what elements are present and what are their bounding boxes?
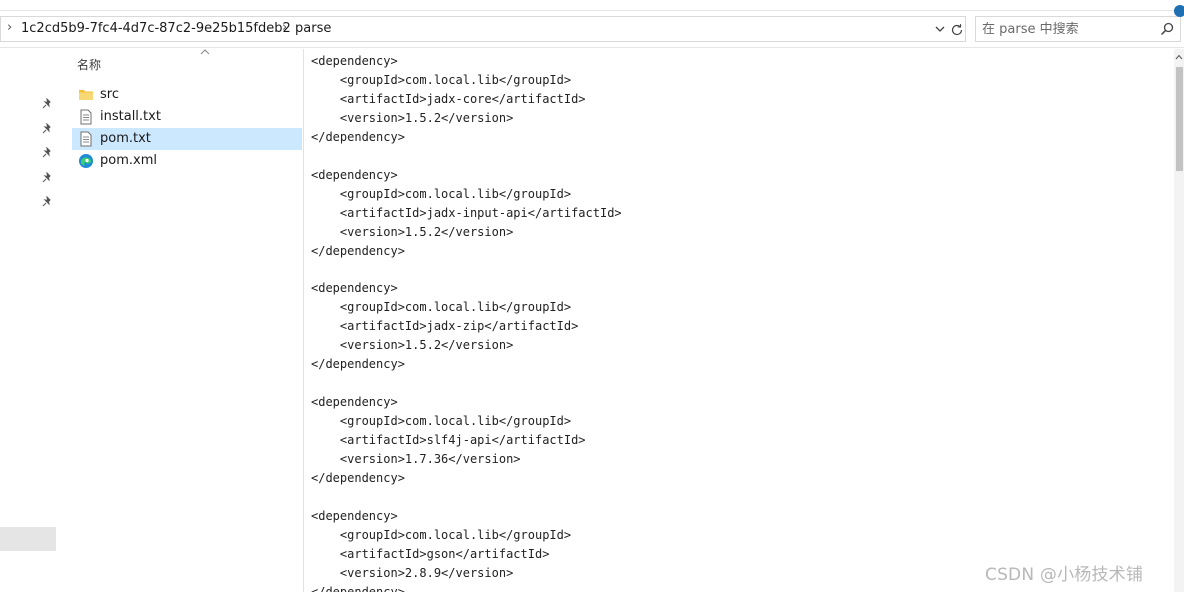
edge-icon — [79, 154, 93, 168]
breadcrumb-separator-icon[interactable]: › — [282, 20, 287, 35]
chevron-right-icon[interactable]: › — [7, 20, 12, 35]
breadcrumb-folder-guid[interactable]: 1c2cd5b9-7fc4-4d7c-87c2-9e25b15fdeb2 — [21, 21, 291, 36]
address-bar[interactable]: › 1c2cd5b9-7fc4-4d7c-87c2-9e25b15fdeb2 ›… — [0, 16, 966, 42]
folder-icon — [79, 90, 93, 100]
pin-icon[interactable] — [41, 98, 53, 110]
chevron-down-icon[interactable] — [933, 22, 947, 36]
preview-scrollbar[interactable] — [1174, 49, 1184, 592]
nav-scrollbar-thumb[interactable] — [0, 527, 56, 551]
search-box[interactable] — [975, 16, 1181, 42]
text-file-icon — [80, 131, 92, 147]
breadcrumb-folder-parse[interactable]: parse — [295, 21, 331, 36]
pin-icon[interactable] — [41, 123, 53, 135]
pin-icon[interactable] — [41, 172, 53, 184]
file-list: 名称 src install.txt pom.txt pom.xml — [58, 49, 303, 592]
refresh-icon[interactable] — [949, 22, 965, 38]
column-header-name[interactable]: 名称 — [77, 56, 101, 73]
file-item-pom-xml[interactable]: pom.xml — [72, 150, 302, 172]
watermark: CSDN @小杨技术铺 — [985, 565, 1144, 585]
help-icon[interactable] — [1174, 5, 1184, 17]
scrollbar-thumb[interactable] — [1176, 67, 1183, 171]
pin-icon[interactable] — [41, 196, 53, 208]
preview-pane: <dependency> <groupId>com.local.lib</gro… — [304, 49, 1174, 592]
file-name: src — [100, 87, 119, 102]
file-item-pom-txt[interactable]: pom.txt — [72, 128, 302, 150]
text-file-icon — [80, 109, 92, 125]
search-icon[interactable] — [1159, 21, 1175, 37]
file-item-src[interactable]: src — [72, 84, 302, 106]
scroll-up-icon[interactable] — [1175, 54, 1183, 60]
sort-ascending-icon — [200, 49, 210, 55]
search-input[interactable] — [982, 20, 1152, 38]
address-bar-row: › 1c2cd5b9-7fc4-4d7c-87c2-9e25b15fdeb2 ›… — [0, 5, 1184, 48]
file-preview-text: <dependency> <groupId>com.local.lib</gro… — [311, 54, 622, 592]
navigation-pane — [0, 49, 57, 592]
pin-icon[interactable] — [41, 147, 53, 159]
file-item-install-txt[interactable]: install.txt — [72, 106, 302, 128]
file-name: install.txt — [100, 109, 161, 124]
file-name: pom.xml — [100, 153, 157, 168]
file-name: pom.txt — [100, 131, 151, 146]
